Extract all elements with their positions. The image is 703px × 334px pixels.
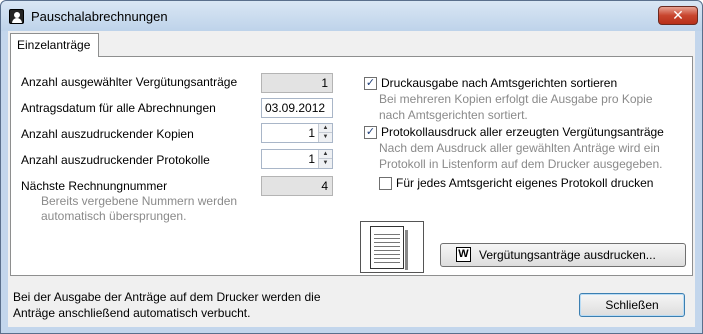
user-icon xyxy=(9,9,24,24)
footer-note: Bei der Ausgabe der Anträge auf dem Druc… xyxy=(13,289,321,321)
print-applications-button[interactable]: W Vergütungsanträge ausdrucken... xyxy=(440,243,686,267)
copies-value: 1 xyxy=(308,126,315,140)
sort-checkbox[interactable]: ✓ xyxy=(364,77,377,90)
spin-up-icon[interactable]: ▲ xyxy=(318,150,332,159)
title-bar[interactable]: Pauschalabrechnungen ✕ xyxy=(1,1,702,31)
protocol-checkbox[interactable]: ✓ xyxy=(364,126,377,139)
window-close-button[interactable]: ✕ xyxy=(658,6,698,25)
protocols-value: 1 xyxy=(308,152,315,166)
next-invoice-hint: Bereits vergebene Nummern werden xyxy=(41,194,238,208)
protocols-label: Anzahl auszudruckender Protokolle xyxy=(21,153,210,167)
protocol-hint: Nach dem Ausdruck aller gewählten Anträg… xyxy=(379,141,660,155)
dialog-window: Pauschalabrechnungen ✕ Anzahl ausgewählt… xyxy=(0,0,703,334)
sort-hint: nach Amtsgerichten sortiert. xyxy=(379,108,528,122)
tab-panel: Anzahl ausgewählter Vergütungsanträge 1 … xyxy=(10,56,693,276)
per-court-checkbox[interactable] xyxy=(379,177,392,190)
protocol-hint: Protokoll in Listenform auf dem Drucker … xyxy=(379,157,663,171)
date-label: Antragsdatum für alle Abrechnungen xyxy=(21,101,216,115)
footer-line: Anträge anschließend automatisch verbuch… xyxy=(13,306,251,320)
sort-label[interactable]: Druckausgabe nach Amtsgerichten sortiere… xyxy=(381,76,617,90)
print-applications-label: Vergütungsanträge ausdrucken... xyxy=(479,248,656,262)
word-document-icon: W xyxy=(456,247,471,262)
next-invoice-field: 4 xyxy=(261,176,333,196)
close-button[interactable]: Schließen xyxy=(579,293,685,317)
tab-join xyxy=(11,56,98,58)
next-invoice-hint: automatisch übersprungen. xyxy=(41,209,187,223)
protocols-stepper[interactable]: 1 ▲ ▼ xyxy=(261,149,333,169)
next-invoice-label: Nächste Rechnungnummer xyxy=(21,179,168,193)
date-input[interactable]: 03.09.2012 xyxy=(261,98,333,118)
tab-einzelantraege[interactable]: Einzelanträge xyxy=(10,33,99,57)
document-preview-icon xyxy=(360,221,424,273)
window-title: Pauschalabrechnungen xyxy=(31,9,168,24)
per-court-label[interactable]: Für jedes Amtsgericht eigenes Protokoll … xyxy=(396,176,653,190)
count-selected-field: 1 xyxy=(261,73,333,93)
spin-up-icon[interactable]: ▲ xyxy=(318,124,332,133)
sort-hint: Bei mehreren Kopien erfolgt die Ausgabe … xyxy=(379,92,653,106)
footer-line: Bei der Ausgabe der Anträge auf dem Druc… xyxy=(13,290,321,304)
spin-down-icon[interactable]: ▼ xyxy=(318,159,332,168)
spin-down-icon[interactable]: ▼ xyxy=(318,133,332,142)
paper-icon xyxy=(370,226,408,270)
protocol-label[interactable]: Protokollausdruck aller erzeugten Vergüt… xyxy=(381,125,664,139)
copies-stepper[interactable]: 1 ▲ ▼ xyxy=(261,123,333,143)
copies-label: Anzahl auszudruckender Kopien xyxy=(21,127,194,141)
dialog-client: Anzahl ausgewählter Vergütungsanträge 1 … xyxy=(8,31,695,327)
count-selected-label: Anzahl ausgewählter Vergütungsanträge xyxy=(21,75,238,89)
